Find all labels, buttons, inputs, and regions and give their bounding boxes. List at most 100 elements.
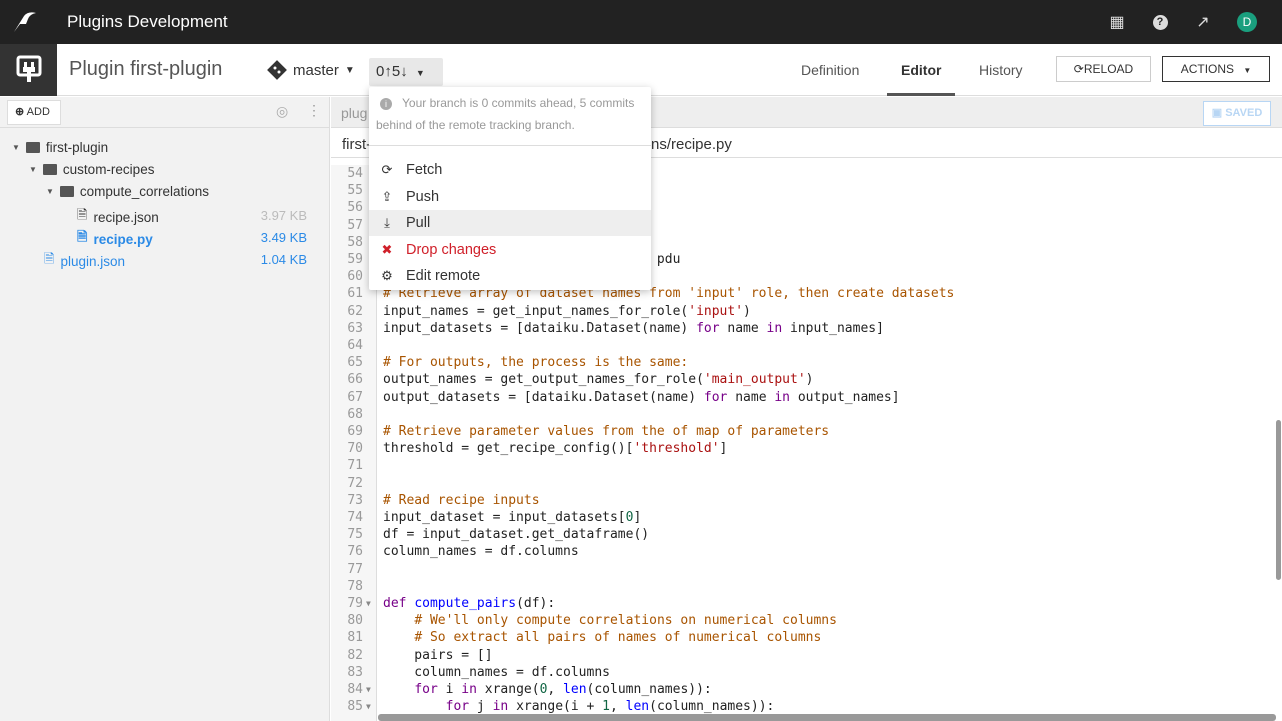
- code-line: 83 column_names = df.columns: [331, 664, 1276, 681]
- tree-item[interactable]: ▼ first-plugin: [12, 140, 108, 155]
- git-menu-item-edit-remote[interactable]: ⚙ Edit remote: [369, 263, 651, 289]
- tree-item[interactable]: ▼ compute_correlations: [46, 184, 209, 199]
- code-token: df = input_dataset.get_dataframe(): [383, 527, 650, 543]
- refresh-icon: ⟳: [381, 162, 393, 177]
- code-token: (column_names)):: [586, 682, 712, 697]
- file-size: 3.97 KB: [260, 208, 307, 223]
- refresh-icon: ⟳: [1073, 62, 1084, 76]
- line-number: 57: [347, 217, 363, 233]
- editor-tab[interactable]: plug: [341, 105, 367, 121]
- git-menu-item-push[interactable]: ⇪ Push: [369, 184, 651, 210]
- tree-item[interactable]: 🗎 plugin.json: [44, 250, 125, 272]
- code-line: 65 # For outputs, the process is the same…: [331, 354, 1276, 371]
- tab-definition[interactable]: Definition: [801, 62, 859, 78]
- line-number: 78: [347, 578, 363, 594]
- code-token: 'threshold': [633, 441, 720, 457]
- tree-item-label: compute_correlations: [79, 184, 209, 199]
- code-token: ): [743, 303, 751, 319]
- git-menu-item-fetch[interactable]: ⟳ Fetch: [369, 157, 651, 183]
- add-button[interactable]: ⊕ ADD: [7, 100, 61, 125]
- line-number: 76: [347, 544, 363, 560]
- code-token: ): [805, 372, 814, 388]
- plugin-icon: [0, 44, 57, 96]
- folder-icon: [59, 186, 74, 197]
- code-line: 62 input_names = get_input_names_for_role…: [331, 303, 1276, 320]
- file-icon: 🗎: [77, 229, 88, 244]
- tree-item[interactable]: 🗎 recipe.py: [77, 228, 153, 250]
- branch-status-info: i Your branch is 0 commits ahead, 5 commi…: [376, 96, 635, 132]
- reload-button[interactable]: ⟳RELOAD: [1056, 56, 1151, 82]
- caret-down-icon[interactable]: ▼: [12, 143, 20, 152]
- code-line: 73 # Read recipe inputs: [331, 492, 1276, 509]
- more-vertical-icon[interactable]: ⋮: [307, 102, 321, 119]
- branch-selector[interactable]: master ▼: [267, 60, 355, 80]
- caret-down-icon: ▼: [415, 68, 425, 78]
- git-menu-item-pull[interactable]: ⤓ Pull: [369, 210, 651, 236]
- fold-arrow-icon[interactable]: ▼: [366, 698, 371, 715]
- line-number: 81: [347, 630, 363, 646]
- arrow-up-icon: ↑: [384, 63, 392, 80]
- caret-down-icon: ▼: [344, 64, 355, 76]
- project-title[interactable]: Plugins Development: [67, 12, 228, 32]
- behind-count: 5: [391, 63, 401, 80]
- git-icon: [267, 60, 287, 80]
- code-line: 76 column_names = df.columns: [331, 543, 1276, 560]
- tree-item[interactable]: ▼ custom-recipes: [29, 162, 154, 177]
- folder-icon: [25, 142, 40, 153]
- code-token: # So extract all pairs of names of numer…: [414, 630, 822, 646]
- tree-item[interactable]: 🗎 recipe.json: [77, 206, 159, 228]
- caret-down-icon[interactable]: ▼: [46, 187, 54, 196]
- tree-item-label: custom-recipes: [62, 162, 155, 177]
- code-token: ]: [633, 510, 642, 525]
- code-token: pdu: [649, 252, 681, 267]
- vertical-scrollbar[interactable]: [1276, 420, 1281, 580]
- git-menu-item-drop-changes[interactable]: ✖ Drop changes: [369, 237, 651, 263]
- caret-down-icon[interactable]: ▼: [29, 165, 37, 174]
- activity-trend-icon[interactable]: ↗: [1193, 12, 1213, 32]
- upload-icon: ⇪: [381, 188, 393, 204]
- code-line: 78: [331, 578, 1276, 595]
- active-tab-indicator: [887, 93, 955, 96]
- code-token: (column_names)):: [649, 699, 775, 715]
- download-icon: ⤓: [384, 215, 390, 230]
- code-line: 69 # Retrieve parameter values from the o…: [331, 423, 1276, 440]
- code-token: pairs = []: [383, 647, 493, 663]
- file-icon: 🗎: [44, 251, 55, 266]
- code-line: 75 df = input_dataset.get_dataframe(): [331, 526, 1276, 543]
- code-token: # Retrieve parameter values from the of …: [383, 424, 830, 439]
- code-token: j: [469, 699, 493, 715]
- code-token: xrange(i +: [508, 699, 603, 715]
- code-token: 'main_output': [703, 372, 806, 388]
- code-token: in: [774, 389, 791, 405]
- code-token: ,: [610, 699, 626, 715]
- line-number: 72: [347, 475, 363, 491]
- line-number: 74: [347, 510, 363, 525]
- target-icon[interactable]: ◎: [276, 103, 288, 120]
- fold-arrow-icon[interactable]: ▼: [366, 595, 371, 612]
- avatar[interactable]: D: [1237, 12, 1257, 32]
- code-token: column_names = df.columns: [383, 544, 579, 560]
- help-icon[interactable]: ?: [1150, 12, 1170, 32]
- tree-item-label: first-plugin: [45, 140, 109, 155]
- git-status-button[interactable]: 0↑5↓ ▼: [369, 58, 443, 86]
- horizontal-scrollbar[interactable]: [378, 714, 1276, 721]
- fold-arrow-icon[interactable]: ▼: [366, 681, 371, 698]
- divider: [369, 145, 651, 146]
- actions-button[interactable]: ACTIONS ▼: [1162, 56, 1270, 82]
- code-line: 72: [331, 475, 1276, 492]
- code-token: for: [703, 389, 728, 405]
- code-token: in: [461, 682, 477, 697]
- line-number: 75: [347, 527, 363, 543]
- tab-history[interactable]: History: [979, 62, 1023, 78]
- dataiku-bird-logo[interactable]: [12, 10, 38, 34]
- branch-name: master: [293, 61, 339, 79]
- code-token: len: [563, 682, 587, 697]
- saved-button[interactable]: ▣ SAVED: [1203, 101, 1271, 126]
- folder-icon: [42, 164, 57, 175]
- caret-down-icon: ▼: [1243, 66, 1252, 75]
- tab-editor[interactable]: Editor: [901, 62, 941, 78]
- line-number: 65: [347, 355, 363, 371]
- apps-grid-icon[interactable]: ▦: [1107, 12, 1127, 32]
- code-token: # Read recipe inputs: [383, 492, 540, 508]
